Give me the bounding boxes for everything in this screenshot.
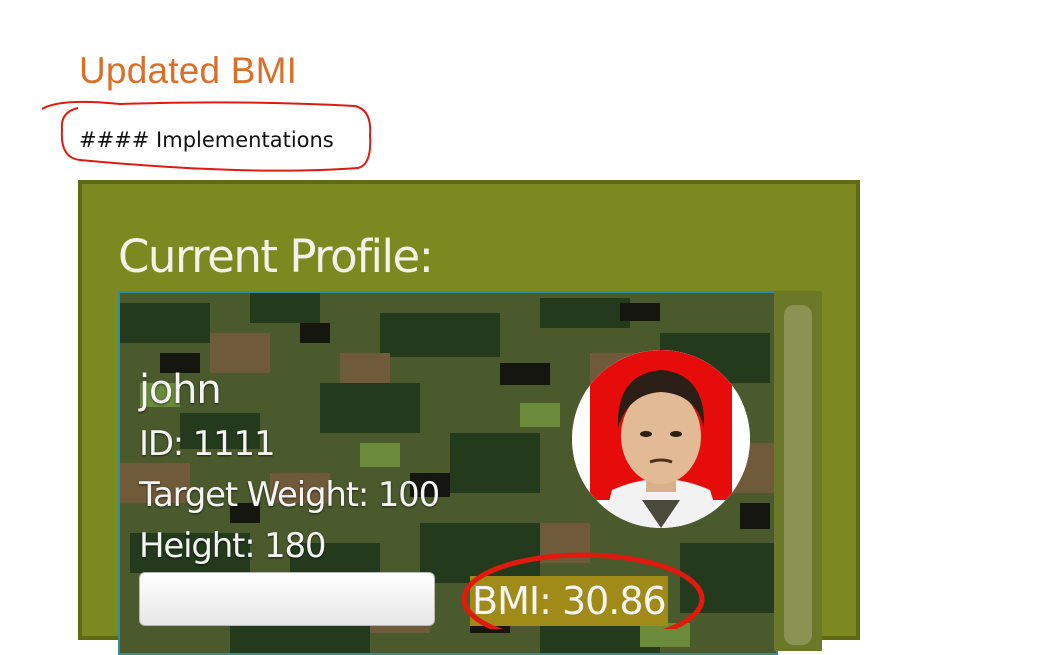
profile-card: john ID: 1111 Target Weight: 100 Height:… bbox=[118, 291, 778, 655]
doc-title: Updated BMI bbox=[79, 50, 298, 91]
profile-id: ID: 1111 bbox=[139, 424, 276, 464]
profile-name: john bbox=[139, 367, 222, 413]
profile-heading: Current Profile: bbox=[118, 230, 434, 283]
profile-height: Height: 180 bbox=[139, 526, 327, 566]
bmi-progress-bar bbox=[139, 572, 435, 626]
avatar-photo-icon bbox=[572, 350, 750, 528]
profile-target-weight: Target Weight: 100 bbox=[139, 475, 440, 515]
app-window: Current Profile: john ID: 1111 Target We… bbox=[78, 180, 860, 655]
avatar bbox=[572, 350, 750, 528]
doc-subtitle: #### Implementations bbox=[79, 128, 334, 152]
bmi-label: BMI: 30.86 bbox=[470, 576, 668, 626]
scrollbar-track[interactable] bbox=[774, 291, 822, 651]
scrollbar-thumb[interactable] bbox=[784, 305, 812, 645]
